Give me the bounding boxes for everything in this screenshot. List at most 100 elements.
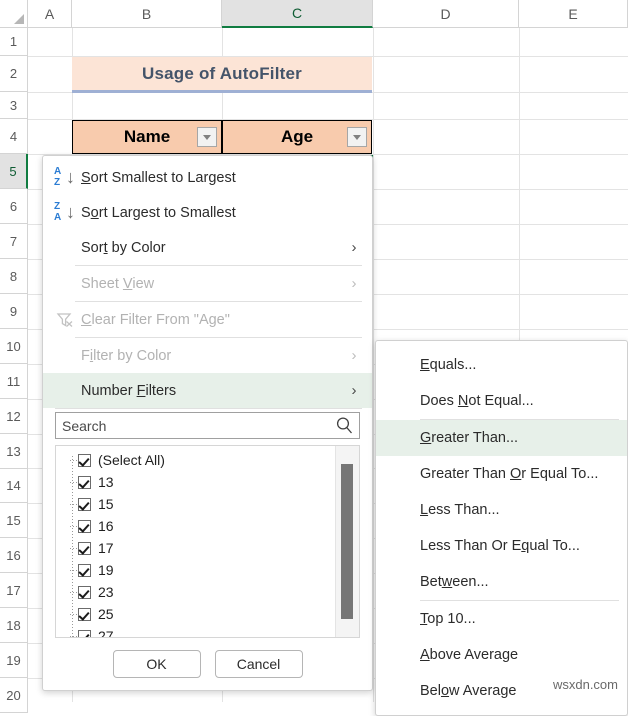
submenu-item-label: Greater Than Or Equal To...: [420, 466, 599, 482]
column-head-C[interactable]: C: [222, 0, 373, 28]
row-head-12[interactable]: 12: [0, 399, 28, 434]
row-head-10[interactable]: 10: [0, 329, 28, 364]
menu-item-label: Filter by Color: [81, 347, 172, 364]
submenu-item-label: Top 10...: [420, 611, 476, 627]
row-head-13[interactable]: 13: [0, 434, 28, 469]
submenu-item-label: Greater Than...: [420, 430, 519, 446]
list-item[interactable]: 25: [66, 603, 334, 625]
submenu-item-label: Less Than Or Equal To...: [420, 538, 580, 554]
column-head-B[interactable]: B: [72, 0, 222, 28]
chevron-down-icon: [353, 134, 361, 140]
checkbox[interactable]: [78, 585, 91, 599]
list-item-label: 23: [98, 584, 114, 600]
checkbox[interactable]: [78, 629, 91, 637]
list-item-label: 17: [98, 540, 114, 556]
filter-value-list-inner: (Select All) 13 15 16 17 19 23 25 27: [56, 446, 334, 638]
row-head-11[interactable]: 11: [0, 364, 28, 399]
filter-value-list[interactable]: (Select All) 13 15 16 17 19 23 25 27: [55, 445, 360, 638]
menu-item-sort-smallest-to-largest[interactable]: A Z ↓ Sort Smallest to Largest: [43, 160, 372, 195]
row-head-7[interactable]: 7: [0, 224, 28, 259]
select-all-corner[interactable]: [0, 0, 28, 28]
checkbox[interactable]: [78, 541, 91, 555]
row-head-2[interactable]: 2: [0, 56, 28, 92]
row-head-4[interactable]: 4: [0, 119, 28, 154]
list-scrollbar-thumb[interactable]: [341, 464, 353, 619]
list-item[interactable]: (Select All): [66, 449, 334, 471]
checkbox[interactable]: [78, 519, 91, 533]
list-item[interactable]: 27: [66, 625, 334, 638]
watermark: wsxdn.com: [552, 677, 618, 692]
column-header-bar: A B C D E: [0, 0, 628, 28]
autofilter-button-age[interactable]: [347, 127, 367, 147]
submenu-item-less-than-or-equal-to[interactable]: Less Than Or Equal To...: [376, 528, 627, 564]
menu-item-sheet-view: Sheet View ›: [43, 266, 372, 301]
autofilter-button-name[interactable]: [197, 127, 217, 147]
column-head-A[interactable]: A: [28, 0, 72, 28]
list-item[interactable]: 15: [66, 493, 334, 515]
checkbox[interactable]: [78, 475, 91, 489]
menu-item-label: Clear Filter From "Age": [81, 311, 230, 328]
sort-descending-icon: Z A ↓: [54, 200, 75, 223]
cancel-button[interactable]: Cancel: [214, 650, 303, 678]
list-item-label: 16: [98, 518, 114, 534]
submenu-item-greater-than[interactable]: Greater Than...: [376, 420, 627, 456]
list-item-label: 15: [98, 496, 114, 512]
sheet-title-cell: Usage of AutoFilter: [72, 57, 372, 93]
chevron-down-icon: [203, 134, 211, 140]
list-scrollbar[interactable]: [335, 446, 359, 637]
list-item[interactable]: 19: [66, 559, 334, 581]
menu-item-clear-filter: Clear Filter From "Age": [43, 302, 372, 337]
list-item-label: 27: [98, 628, 114, 638]
row-head-15[interactable]: 15: [0, 503, 28, 538]
column-head-D[interactable]: D: [373, 0, 519, 28]
row-head-20[interactable]: 20: [0, 678, 28, 713]
submenu-item-equals[interactable]: Equals...: [376, 347, 627, 383]
submenu-item-label: Less Than...: [420, 502, 500, 518]
menu-item-number-filters[interactable]: Number Filters ›: [43, 373, 372, 408]
row-head-5[interactable]: 5: [0, 154, 28, 189]
list-item-label: 25: [98, 606, 114, 622]
row-head-17[interactable]: 17: [0, 573, 28, 608]
submenu-item-top-10[interactable]: Top 10...: [376, 601, 627, 637]
list-item-label: 19: [98, 562, 114, 578]
list-item[interactable]: 23: [66, 581, 334, 603]
autofilter-dropdown-menu: A Z ↓ Sort Smallest to Largest Z A ↓ Sort La…: [42, 155, 373, 691]
list-item[interactable]: 13: [66, 471, 334, 493]
row-head-18[interactable]: 18: [0, 608, 28, 643]
checkbox[interactable]: [78, 453, 91, 467]
clear-filter-icon: [51, 311, 81, 329]
ok-button[interactable]: OK: [112, 650, 201, 678]
submenu-item-less-than[interactable]: Less Than...: [376, 492, 627, 528]
submenu-item-greater-than-or-equal-to[interactable]: Greater Than Or Equal To...: [376, 456, 627, 492]
row-head-3[interactable]: 3: [0, 92, 28, 119]
submenu-item-between[interactable]: Between...: [376, 564, 627, 600]
checkbox[interactable]: [78, 497, 91, 511]
row-head-14[interactable]: 14: [0, 469, 28, 503]
row-head-16[interactable]: 16: [0, 538, 28, 573]
checkbox[interactable]: [78, 563, 91, 577]
row-head-9[interactable]: 9: [0, 294, 28, 329]
row-head-1[interactable]: 1: [0, 28, 28, 56]
row-head-6[interactable]: 6: [0, 189, 28, 224]
list-item-label: 13: [98, 474, 114, 490]
chevron-right-icon: ›: [351, 239, 357, 256]
menu-item-label: Sort Largest to Smallest: [81, 204, 236, 221]
list-item[interactable]: 16: [66, 515, 334, 537]
column-head-E[interactable]: E: [519, 0, 628, 28]
search-input[interactable]: Search: [55, 412, 360, 439]
row-head-8[interactable]: 8: [0, 259, 28, 294]
submenu-item-label: Equals...: [420, 357, 477, 373]
menu-item-label: Number Filters: [81, 382, 177, 399]
list-item-label: (Select All): [98, 452, 165, 468]
submenu-item-does-not-equal[interactable]: Does Not Equal...: [376, 383, 627, 419]
submenu-item-above-average[interactable]: Above Average: [376, 637, 627, 673]
list-item[interactable]: 17: [66, 537, 334, 559]
menu-item-sort-by-color[interactable]: Sort by Color ›: [43, 230, 372, 265]
search-icon[interactable]: [335, 416, 354, 435]
menu-item-filter-by-color: Filter by Color ›: [43, 338, 372, 373]
checkbox[interactable]: [78, 607, 91, 621]
menu-item-label: Sort Smallest to Largest: [81, 169, 236, 186]
menu-item-sort-largest-to-smallest[interactable]: Z A ↓ Sort Largest to Smallest: [43, 195, 372, 230]
row-head-19[interactable]: 19: [0, 643, 28, 678]
row-header-bar: 1 2 3 4 5 6 7 8 9 10 11 12 13 14 15 16 1…: [0, 28, 28, 713]
